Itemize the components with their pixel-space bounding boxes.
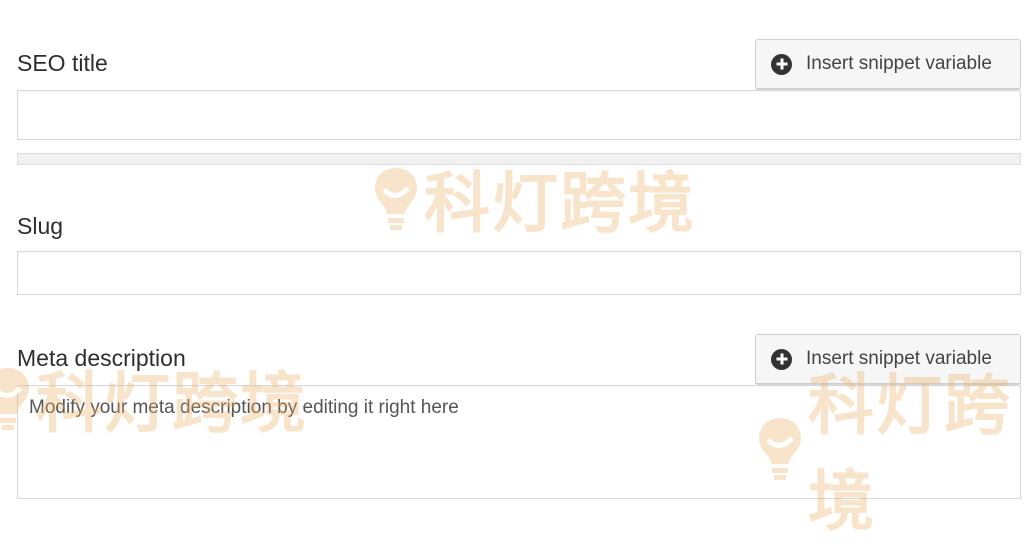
insert-snippet-label: Insert snippet variable xyxy=(806,348,992,369)
seo-title-length-progress xyxy=(17,153,1021,165)
meta-description-input[interactable]: Modify your meta description by editing … xyxy=(17,385,1021,499)
insert-snippet-label: Insert snippet variable xyxy=(806,53,992,74)
plus-circle-icon xyxy=(771,53,792,75)
plus-circle-icon xyxy=(771,348,792,370)
seo-title-input[interactable] xyxy=(17,90,1021,140)
seo-title-insert-snippet-button[interactable]: Insert snippet variable xyxy=(755,39,1021,89)
bulb-logo-icon xyxy=(374,168,418,230)
slug-input[interactable] xyxy=(17,251,1021,295)
meta-description-insert-snippet-button[interactable]: Insert snippet variable xyxy=(755,334,1021,384)
seo-title-label: SEO title xyxy=(17,50,108,76)
meta-description-label: Meta description xyxy=(17,345,186,371)
slug-label: Slug xyxy=(17,213,64,239)
meta-description-placeholder: Modify your meta description by editing … xyxy=(29,397,459,418)
